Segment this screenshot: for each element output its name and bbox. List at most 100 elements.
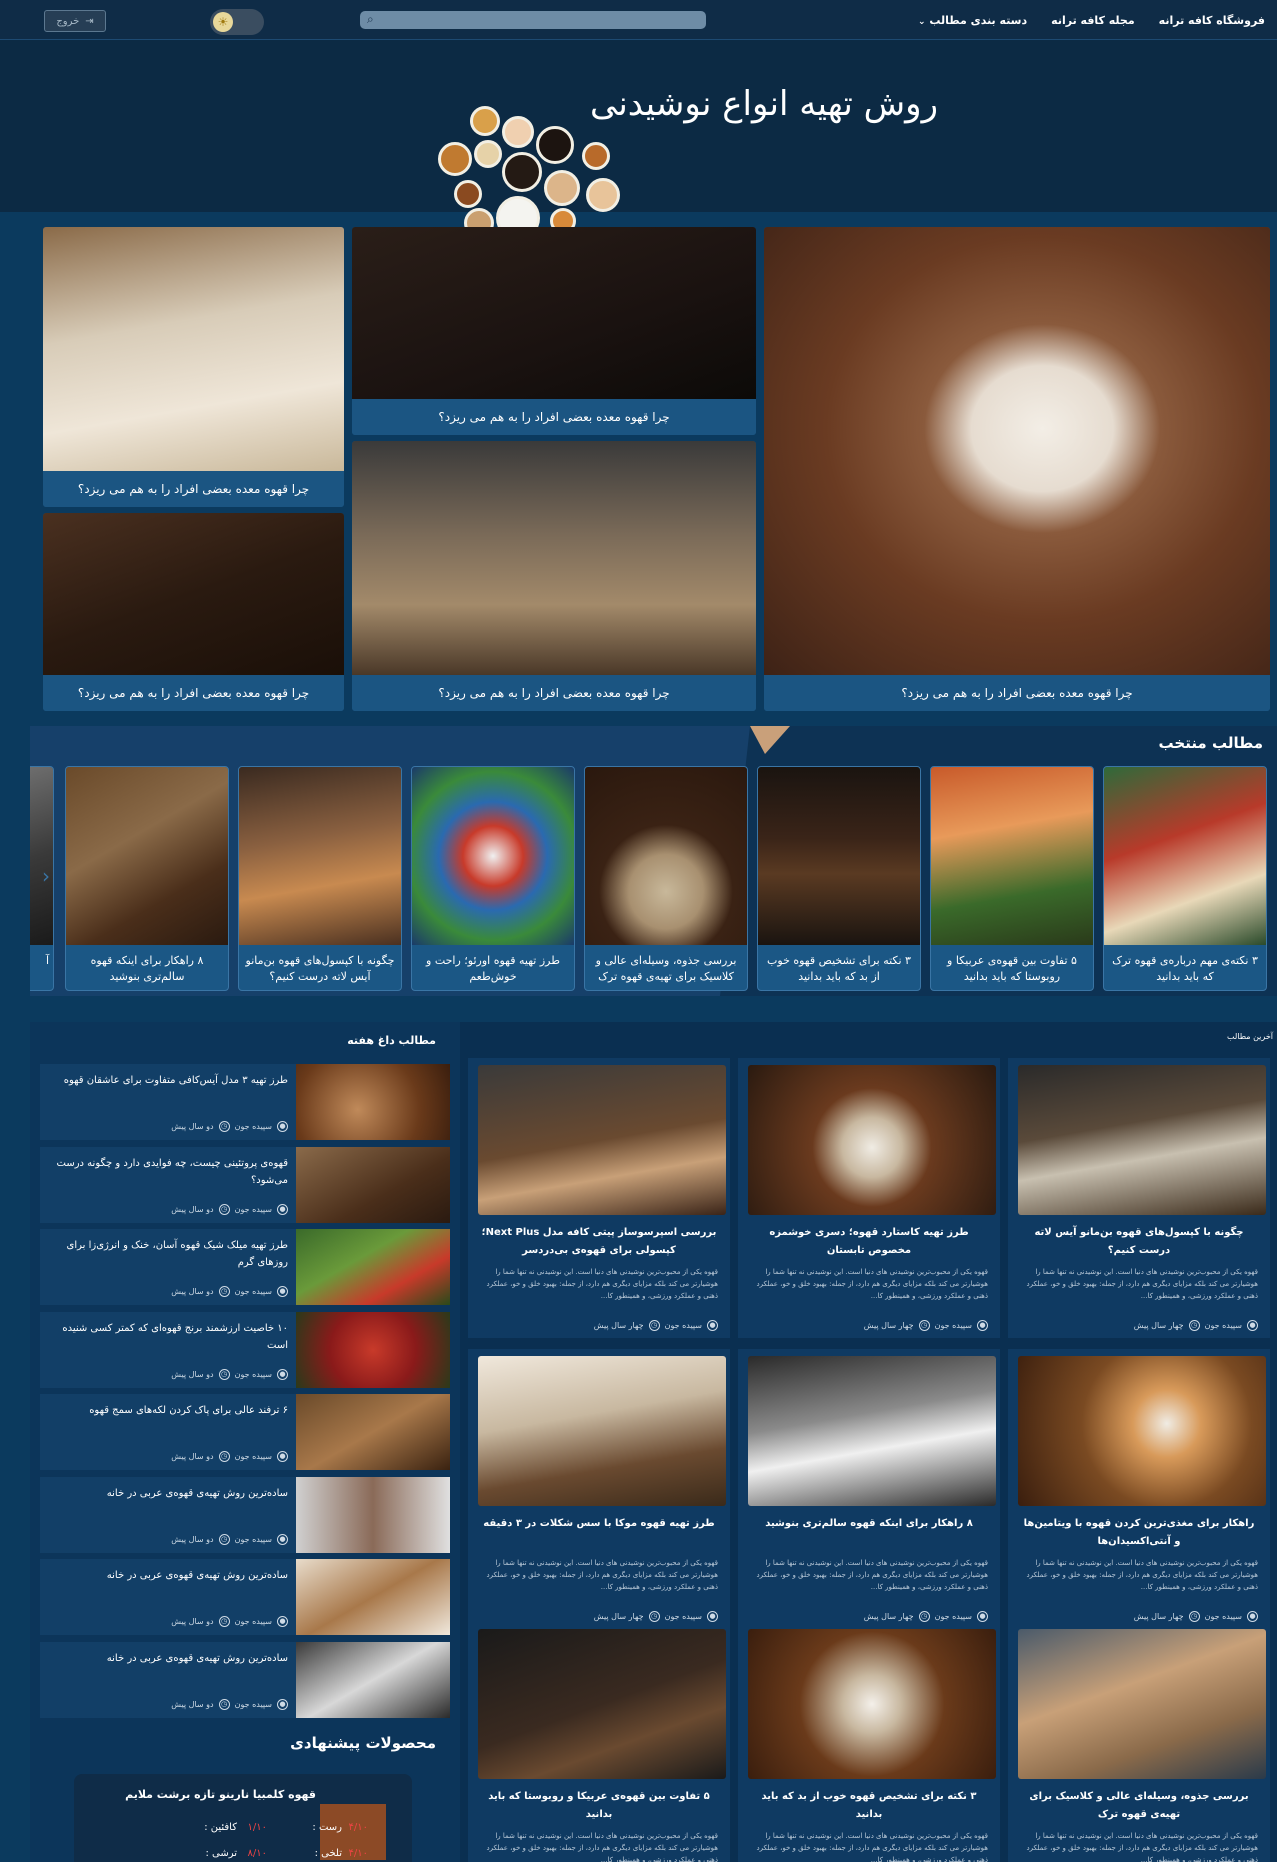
carousel-prev-icon[interactable]: ‹: [42, 864, 50, 888]
weekly-item-meta: ● سپیده جون ◷ دو سال پیش: [171, 1616, 288, 1627]
latest-post-image: [478, 1356, 726, 1506]
product-bitterness-value: ۴/۱۰: [348, 1848, 368, 1859]
weekly-item-meta: ● سپیده جون ◷ دو سال پیش: [171, 1203, 288, 1215]
theme-toggle[interactable]: ☀: [210, 9, 264, 35]
featured-card[interactable]: طرز تهیه قهوه اورئو؛ راحت و خوش‌طعم: [411, 766, 575, 991]
product-roast-value: ۴/۱۰: [348, 1822, 368, 1833]
featured-card-title: چگونه با کپسول‌های قهوه بن‌مانو آیس لاته…: [245, 954, 395, 983]
latest-post-meta: ● سپیده جون ◷ چهار سال پیش: [864, 1611, 988, 1622]
latest-post-excerpt: قهوه یکی از محبوب‌ترین نوشیدنی های دنیا …: [486, 1559, 718, 1591]
clock-icon: ◷: [218, 1286, 230, 1297]
latest-post-title: طرز تهیه کاستارد قهوه؛ دسری خوشمزه مخصوص…: [769, 1227, 969, 1256]
user-icon: ●: [277, 1368, 288, 1380]
logout-label: خروج: [56, 15, 80, 27]
grid-tile-bottom-middle[interactable]: چرا قهوه معده بعضی افراد را به هم می ریز…: [352, 441, 756, 711]
latest-post-image: [748, 1629, 996, 1779]
weekly-item[interactable]: ساده‌ترین روش تهیه‌ی قهوه‌ی عربی در خانه…: [40, 1476, 450, 1553]
clock-icon: ◷: [918, 1611, 930, 1622]
featured-card[interactable]: بررسی جذوه، وسیله‌ای عالی و کلاسیک برای …: [584, 766, 748, 991]
latest-post-image: [1018, 1629, 1266, 1779]
grid-tile-large[interactable]: چرا قهوه معده بعضی افراد را به هم می ریز…: [764, 227, 1270, 711]
latest-post-card[interactable]: ۵ تفاوت بین قهوه‌ی عربیکا و روبوستا که ب…: [468, 1622, 730, 1862]
weekly-item-image: [296, 1229, 450, 1305]
latest-post-time: چهار سال پیش: [863, 1321, 914, 1330]
coffee-cups-logo: [436, 104, 621, 240]
latest-post-time: چهار سال پیش: [1133, 1612, 1184, 1621]
user-icon: ●: [977, 1611, 988, 1622]
grid-tile-top-left[interactable]: چرا قهوه معده بعضی افراد را به هم می ریز…: [43, 227, 344, 507]
nav-shop-link[interactable]: فروشگاه کافه ترانه: [1159, 14, 1265, 27]
featured-card-title: آ: [45, 954, 49, 967]
featured-card-title: ۳ نکته‌ی مهم درباره‌ی قهوه ترک که باید ب…: [1112, 954, 1258, 983]
nav-categories-dropdown[interactable]: دسته بندی مطالب ⌄: [918, 14, 1027, 27]
weekly-item[interactable]: ۶ ترفند عالی برای پاک کردن لکه‌های سمج ق…: [40, 1394, 450, 1470]
user-icon: ●: [277, 1286, 288, 1297]
weekly-item-image: [296, 1476, 450, 1553]
search-icon[interactable]: ⌕: [367, 12, 374, 27]
weekly-item-author: سپیده جون: [234, 1699, 272, 1709]
latest-post-card[interactable]: بررسی جذوه، وسیله‌ای عالی و کلاسیک برای …: [1008, 1622, 1270, 1862]
nav-menu: فروشگاه کافه ترانه مجله کافه ترانه دسته …: [918, 0, 1265, 40]
product-card[interactable]: قهوه کلمبیا نارینو تازه برشت ملایم رست :…: [74, 1774, 412, 1862]
latest-post-card[interactable]: چگونه با کپسول‌های قهوه بن‌مانو آیس لاته…: [1008, 1058, 1270, 1338]
grid-tile-top-middle[interactable]: چرا قهوه معده بعضی افراد را به هم می ریز…: [352, 227, 756, 435]
search-input[interactable]: ⌕: [360, 11, 706, 29]
latest-post-excerpt: قهوه یکی از محبوب‌ترین نوشیدنی های دنیا …: [756, 1268, 988, 1300]
featured-card-title: ۳ نکته برای تشخیص قهوه خوب از بد که باید…: [767, 954, 911, 983]
user-icon: ●: [277, 1451, 288, 1462]
weekly-item-title: قهوه‌ی پروتئینی چیست، چه فوایدی دارد و چ…: [56, 1157, 288, 1186]
weekly-item-time: دو سال پیش: [171, 1534, 214, 1544]
tile-image: [764, 227, 1270, 675]
latest-post-card[interactable]: ۸ راهکار برای اینکه قهوه سالم‌تری بنوشید…: [738, 1349, 1000, 1629]
latest-post-card[interactable]: راهکار برای مغذی‌ترین کردن قهوه با ویتام…: [1008, 1349, 1270, 1629]
weekly-item[interactable]: ۱۰ خاصیت ارزشمند برنج قهوه‌ای که کمتر کس…: [40, 1311, 450, 1388]
weekly-item[interactable]: طرز تهیه ۳ مدل آیس‌کافی متفاوت برای عاشق…: [40, 1064, 450, 1140]
clock-icon: ◷: [218, 1121, 230, 1132]
tile-image: [43, 227, 344, 471]
weekly-item-time: دو سال پیش: [171, 1122, 214, 1131]
featured-card-image: [30, 767, 53, 945]
featured-posts-section: مطالب منتخب ۳ نکته‌ی مهم درباره‌ی قهوه ت…: [30, 726, 1277, 996]
clock-icon: ◷: [1188, 1320, 1200, 1331]
weekly-item-meta: ● سپیده جون ◷ دو سال پیش: [171, 1286, 288, 1297]
user-icon: ●: [707, 1611, 718, 1622]
featured-card-image: [758, 767, 920, 945]
clock-icon: ◷: [218, 1203, 230, 1215]
weekly-title: مطالب داغ هفته: [347, 1034, 436, 1047]
featured-card[interactable]: ۳ نکته برای تشخیص قهوه خوب از بد که باید…: [757, 766, 921, 991]
tile-image: [352, 441, 756, 675]
clock-icon: ◷: [218, 1533, 230, 1545]
weekly-item-meta: ● سپیده جون ◷ دو سال پیش: [171, 1368, 288, 1380]
latest-post-card[interactable]: بررسی اسپرسوساز پیتی کافه مدل Next Plus؛…: [468, 1058, 730, 1338]
latest-post-title: بررسی اسپرسوساز پیتی کافه مدل Next Plus؛…: [481, 1227, 717, 1256]
latest-post-card[interactable]: طرز تهیه قهوه موکا با سس شکلات در ۳ دقیق…: [468, 1349, 730, 1629]
user-icon: ●: [1247, 1320, 1258, 1331]
latest-post-title: بررسی جذوه، وسیله‌ای عالی و کلاسیک برای …: [1029, 1791, 1249, 1820]
grid-tile-bottom-left[interactable]: چرا قهوه معده بعضی افراد را به هم می ریز…: [43, 513, 344, 711]
featured-card[interactable]: ۵ تفاوت بین قهوه‌ی عربیکا و روبوستا که ب…: [930, 766, 1094, 991]
latest-post-meta: ● سپیده جون ◷ چهار سال پیش: [1134, 1320, 1258, 1331]
latest-post-excerpt: قهوه یکی از محبوب‌ترین نوشیدنی های دنیا …: [1026, 1559, 1258, 1591]
featured-card[interactable]: ۳ نکته‌ی مهم درباره‌ی قهوه ترک که باید ب…: [1103, 766, 1267, 991]
latest-post-author: سپیده جون: [1204, 1321, 1242, 1330]
latest-post-meta: ● سپیده جون ◷ چهار سال پیش: [864, 1320, 988, 1331]
weekly-item-image: [296, 1064, 450, 1140]
weekly-item[interactable]: قهوه‌ی پروتئینی چیست، چه فوایدی دارد و چ…: [40, 1146, 450, 1223]
logout-button[interactable]: ⇥ خروج: [44, 10, 106, 32]
latest-post-card[interactable]: ۳ نکته برای تشخیص قهوه خوب از بد که باید…: [738, 1622, 1000, 1862]
weekly-item-author: سپیده جون: [234, 1122, 272, 1131]
user-icon: ●: [277, 1533, 288, 1545]
weekly-item[interactable]: ساده‌ترین روش تهیه‌ی قهوه‌ی عربی در خانه…: [40, 1641, 450, 1718]
latest-posts: آخرین مطالب چگونه با کپسول‌های قهوه بن‌م…: [460, 1022, 1277, 1862]
weekly-item[interactable]: ساده‌ترین روش تهیه‌ی قهوه‌ی عربی در خانه…: [40, 1559, 450, 1635]
nav-magazine-link[interactable]: مجله کافه ترانه: [1051, 14, 1135, 27]
latest-post-card[interactable]: طرز تهیه کاستارد قهوه؛ دسری خوشمزه مخصوص…: [738, 1058, 1000, 1338]
latest-post-excerpt: قهوه یکی از محبوب‌ترین نوشیدنی های دنیا …: [486, 1832, 718, 1862]
product-roast-label: رست :: [312, 1822, 342, 1833]
weekly-item[interactable]: طرز تهیه میلک شیک قهوه آسان، خنک و انرژی…: [40, 1229, 450, 1305]
featured-card[interactable]: ۸ راهکار برای اینکه قهوه سالم‌تری بنوشید: [65, 766, 229, 991]
featured-card[interactable]: چگونه با کپسول‌های قهوه بن‌مانو آیس لاته…: [238, 766, 402, 991]
recommended-title: محصولات پیشنهادی: [290, 1734, 436, 1752]
latest-post-excerpt: قهوه یکی از محبوب‌ترین نوشیدنی های دنیا …: [756, 1559, 988, 1591]
sun-icon: ☀: [213, 12, 233, 32]
